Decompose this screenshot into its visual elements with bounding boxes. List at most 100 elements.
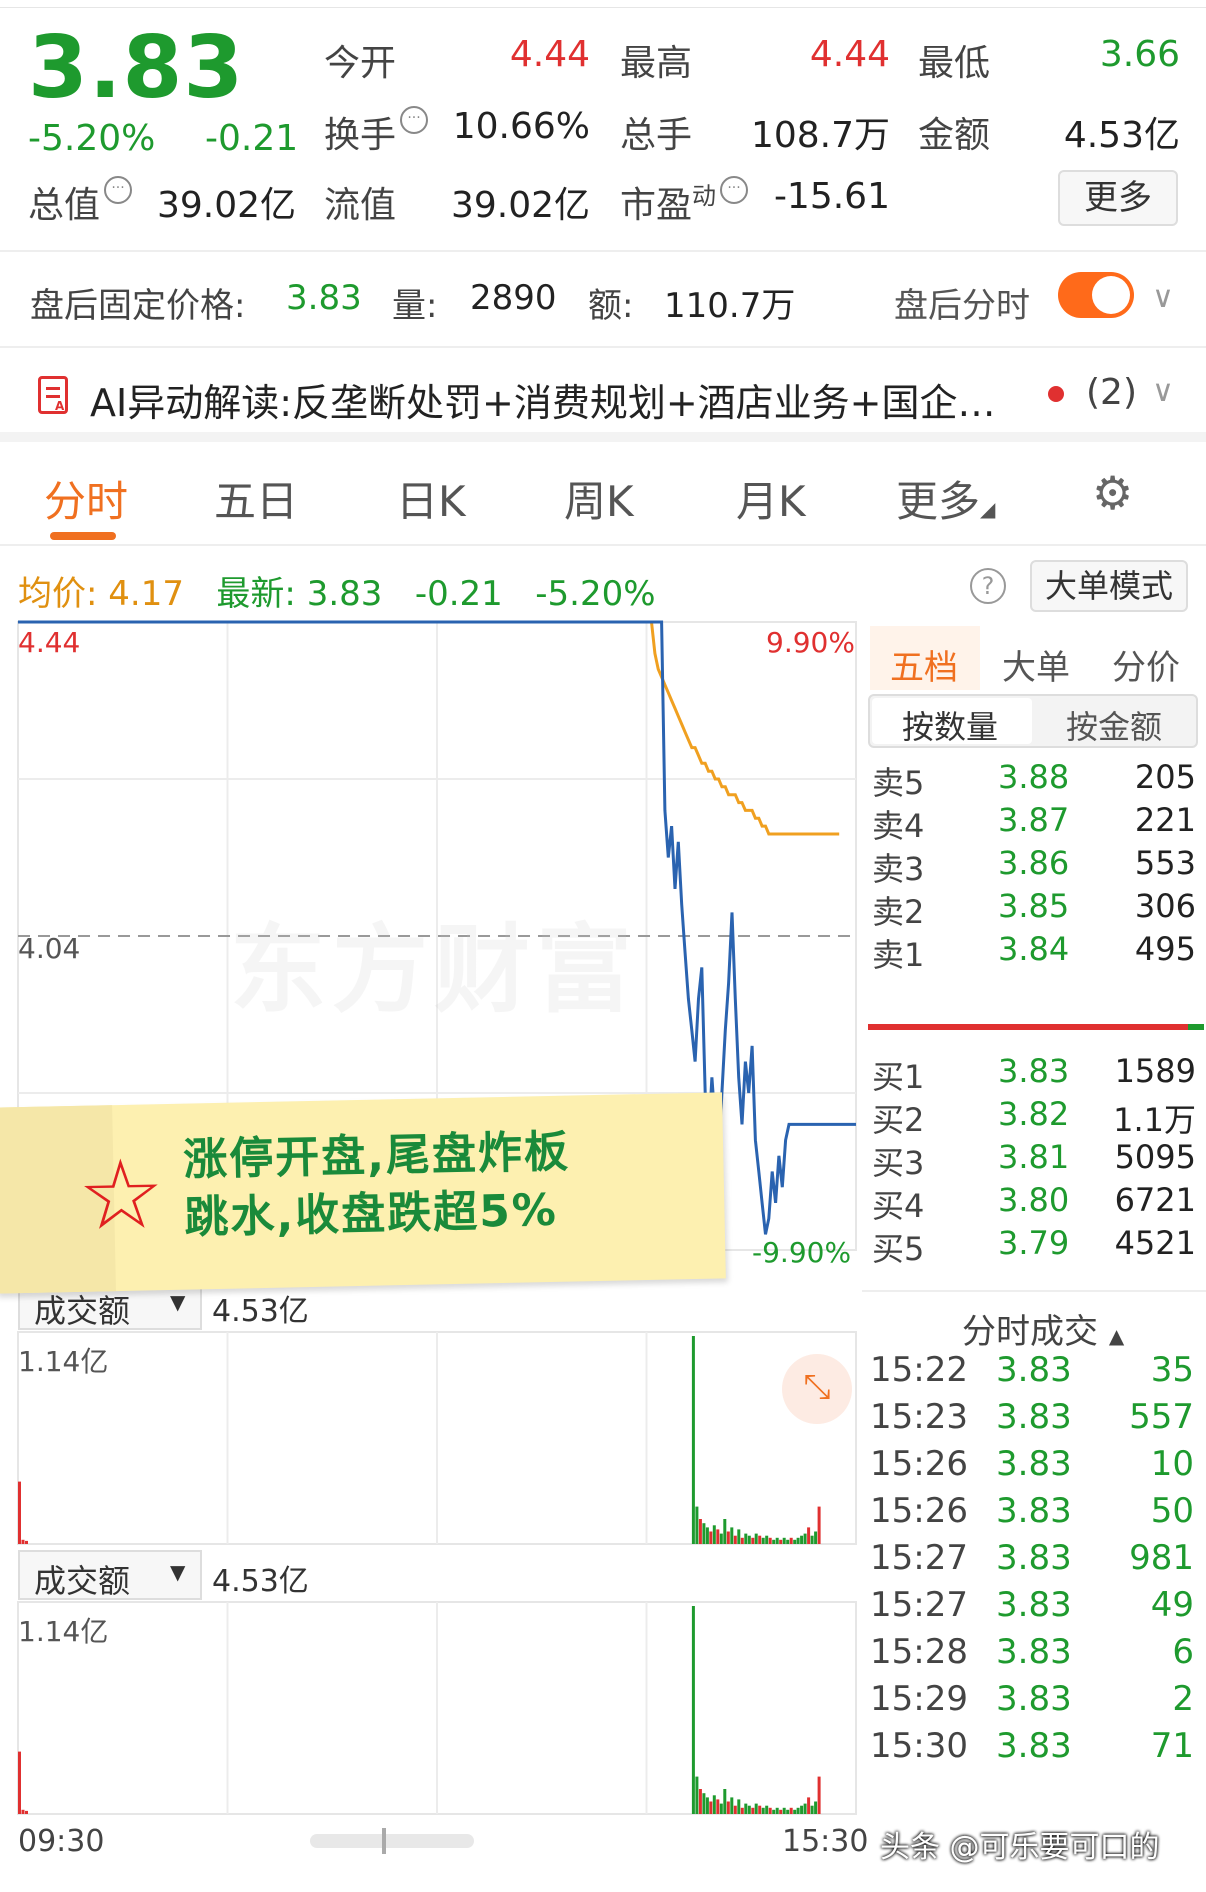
volume-bar — [18, 1751, 21, 1814]
after-hours-toggle[interactable] — [1058, 272, 1134, 318]
open-label: 今开 — [324, 43, 397, 84]
ticks-title[interactable]: 分时成交 ▲ — [962, 1304, 1124, 1353]
volume-selector-label: 成交额 — [34, 1562, 131, 1600]
low-label: 最低 — [918, 43, 991, 84]
ai-insight-bar[interactable]: A AI异动解读:反垄断处罚+消费规划+酒店业务+国企… — [0, 350, 1206, 442]
tick-row: 15:22 3.83 35 — [862, 1350, 1206, 1404]
credit-watermark: 头条 @可乐要可口的 — [880, 1830, 1160, 1865]
volume-max-label: 1.14亿 — [18, 1345, 109, 1378]
after-hours-amt: 110.7万 — [664, 286, 796, 326]
y-top-label: 4.44 — [18, 626, 81, 659]
after-hours-vol-label: 量: — [392, 286, 438, 326]
volume-bar — [793, 1539, 797, 1544]
ask-level-row[interactable]: 卖1 3.84 495 — [862, 930, 1206, 982]
tick-volume: 50 — [1150, 1491, 1194, 1531]
more-button[interactable]: 更多 — [1058, 170, 1178, 226]
volume-bar — [719, 1533, 723, 1544]
seg-by-quantity[interactable]: 按数量 — [902, 702, 998, 748]
volume-selector-label: 成交额 — [34, 1292, 131, 1330]
bid-level-price: 3.80 — [998, 1181, 1070, 1219]
bid-level-label: 买5 — [872, 1230, 925, 1268]
volume-bar — [758, 1805, 762, 1814]
watermark-text: 东方财富 — [230, 914, 638, 1026]
volume-bar — [18, 1481, 21, 1544]
ask-level-label: 卖5 — [872, 764, 925, 802]
tab-big-orders[interactable]: 大单 — [1002, 640, 1070, 689]
chevron-down-icon[interactable]: ∨ — [1152, 374, 1174, 409]
volume-bar — [803, 1803, 807, 1814]
bid-level-volume: 6721 — [1114, 1181, 1196, 1219]
volume-bar — [702, 1793, 706, 1814]
ask-level-price: 3.85 — [998, 887, 1070, 925]
seg-by-amount[interactable]: 按金额 — [1066, 702, 1162, 748]
tick-volume: 49 — [1150, 1585, 1194, 1625]
tick-row: 15:27 3.83 981 — [862, 1538, 1206, 1592]
after-hours-vol: 2890 — [470, 278, 557, 318]
tab-weekly-k[interactable]: 周K — [564, 468, 634, 529]
ai-insight-text: AI异动解读:反垄断处罚+消费规划+酒店业务+国企… — [90, 381, 996, 425]
volume-bar — [733, 1805, 737, 1814]
volume-bar — [744, 1533, 748, 1544]
sticky-note: ☆ 涨停开盘,尾盘炸板 跳水,收盘跌超5% — [0, 1092, 726, 1294]
after-hours-bar: 盘后固定价格: 3.83 量: 2890 额: 110.7万 盘后分时 — [0, 254, 1206, 348]
volume-bar — [25, 1540, 28, 1544]
sticky-note-text: 涨停开盘,尾盘炸板 跳水,收盘跌超5% — [183, 1124, 572, 1248]
change-amount: -0.21 — [205, 118, 299, 159]
volume-bar — [775, 1807, 779, 1814]
big-order-mode-button[interactable]: 大单模式 — [1030, 560, 1188, 612]
gear-icon[interactable]: ⚙ — [1092, 466, 1133, 520]
volume-bar — [705, 1527, 709, 1544]
tab-monthly-k[interactable]: 月K — [736, 468, 806, 529]
scroll-thumb[interactable] — [382, 1828, 386, 1854]
volume-bar — [768, 1807, 772, 1814]
volume-bar — [691, 1336, 695, 1544]
volume-bar — [800, 1805, 804, 1814]
ask-level-volume: 495 — [1134, 930, 1196, 968]
tab-intraday[interactable]: 分时 — [44, 468, 128, 529]
volume-bar — [25, 1810, 28, 1814]
volume-bar — [807, 1527, 811, 1544]
tick-price: 3.83 — [996, 1726, 1072, 1766]
ratio-green-segment — [1188, 1024, 1204, 1030]
turnover-info-icon[interactable]: ··· — [400, 106, 429, 134]
volume-bar — [723, 1789, 727, 1814]
volume-bar — [712, 1795, 716, 1814]
tab-daily-k[interactable]: 日K — [396, 468, 466, 529]
current-price: 3.83 — [28, 18, 245, 118]
quantity-amount-switch: 按数量 按金额 — [868, 694, 1198, 748]
tab-price-dist[interactable]: 分价 — [1112, 640, 1180, 689]
expand-icon[interactable]: ⤡ — [782, 1354, 852, 1424]
volume-bar — [782, 1807, 786, 1814]
volume-bar — [754, 1803, 758, 1814]
volume-bar — [817, 1506, 821, 1544]
triangle-down-icon: ▼ — [170, 1290, 186, 1314]
volume-bar — [737, 1529, 741, 1544]
chart-scroll-indicator[interactable] — [310, 1828, 474, 1854]
volume-selector-secondary[interactable]: 成交额 ▼ — [18, 1550, 202, 1600]
pe-info-icon[interactable]: ··· — [720, 176, 749, 204]
tick-row: 15:26 3.83 10 — [862, 1444, 1206, 1498]
volume-bars — [18, 1336, 821, 1544]
tick-row: 15:23 3.83 557 — [862, 1397, 1206, 1451]
chevron-down-icon[interactable]: ∨ — [1152, 280, 1174, 315]
volume-bar — [698, 1789, 702, 1814]
volume-bar — [768, 1537, 772, 1544]
volume-bar — [737, 1799, 741, 1814]
ask-level-price: 3.88 — [998, 758, 1070, 796]
tab-five-levels[interactable]: 五档 — [890, 640, 958, 689]
tick-time: 15:30 — [870, 1726, 968, 1766]
tab-more[interactable]: 更多◢ — [896, 468, 995, 529]
volume-bar — [775, 1537, 779, 1544]
bid-level-volume: 5095 — [1114, 1138, 1196, 1176]
volume-label: 总手 — [620, 115, 693, 156]
tab-five-day[interactable]: 五日 — [214, 468, 298, 529]
help-icon[interactable]: ? — [970, 568, 1006, 604]
bid-level-volume: 1.1万 — [1113, 1101, 1196, 1139]
volume-bar — [751, 1537, 755, 1544]
tick-row: 15:29 3.83 2 — [862, 1679, 1206, 1733]
bid-level-row[interactable]: 买5 3.79 4521 — [862, 1224, 1206, 1276]
amount-value: 4.53亿 — [1063, 115, 1180, 156]
volume-bar — [761, 1807, 765, 1814]
order-book-panel: 五档 大单 分价 按数量 按金额 卖5 3.88 205 卖4 3.87 221 卖3 3.8… — [862, 622, 1206, 1892]
market-cap-info-icon[interactable]: ··· — [104, 176, 133, 204]
